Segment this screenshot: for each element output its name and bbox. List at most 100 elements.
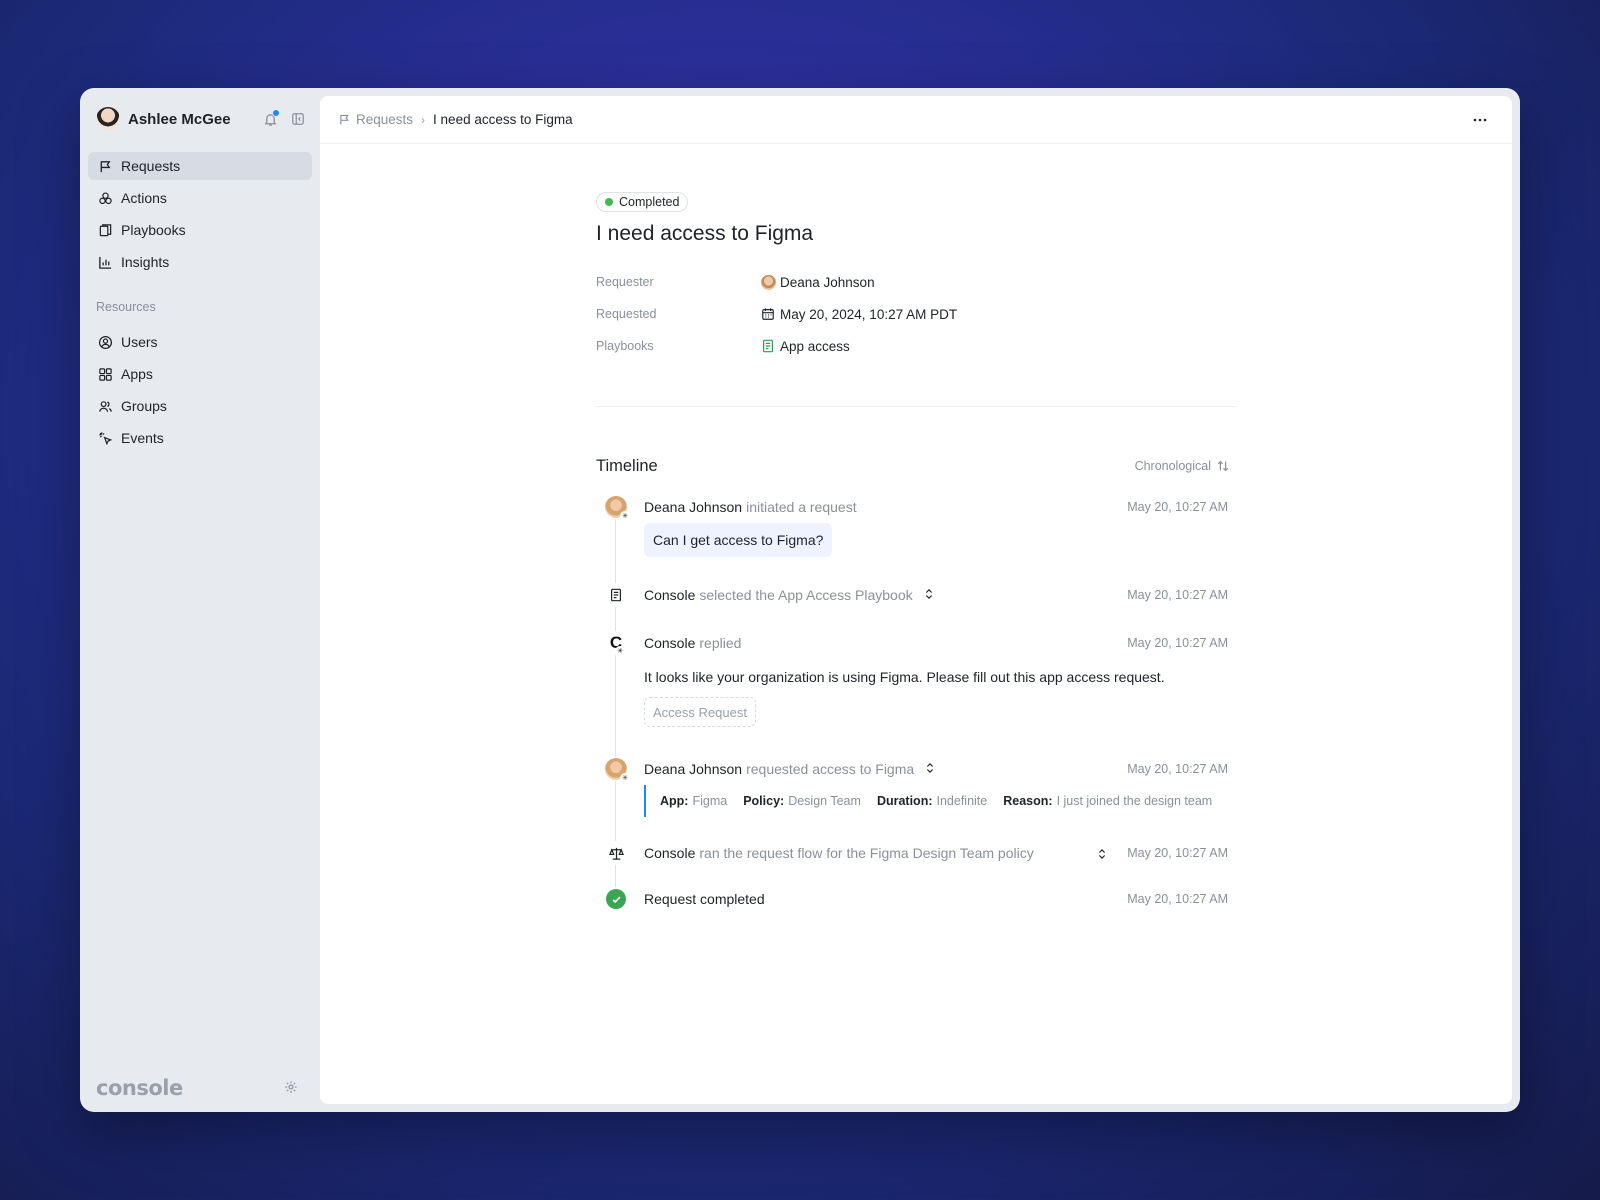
- sidebar-item-label: Events: [121, 430, 164, 446]
- sidebar-item-actions[interactable]: Actions: [88, 184, 312, 212]
- status-label: Completed: [619, 195, 680, 209]
- event-time: May 20, 10:27 AM: [1127, 892, 1228, 906]
- playbook-value[interactable]: App access: [760, 338, 850, 354]
- requester-name: Deana Johnson: [780, 274, 875, 290]
- expand-toggle-icon[interactable]: [1096, 847, 1108, 865]
- playbooks-label: Playbooks: [596, 339, 654, 353]
- sidebar-item-playbooks[interactable]: Playbooks: [88, 216, 312, 244]
- scale-icon: [604, 841, 628, 865]
- requester-row: Requester Deana Johnson: [596, 266, 1236, 298]
- status-badge: Completed: [596, 192, 689, 212]
- sidebar-item-label: Playbooks: [121, 222, 186, 238]
- requested-row: Requested May 20, 2024, 10:27 AM PDT: [596, 298, 1236, 330]
- event-time: May 20, 10:27 AM: [1127, 500, 1228, 514]
- sidebar-item-apps[interactable]: Apps: [88, 360, 312, 388]
- requester-label: Requester: [596, 275, 654, 289]
- more-options-icon[interactable]: [1472, 112, 1490, 128]
- bell-icon[interactable]: [260, 109, 280, 129]
- user-name: Ashlee McGee: [128, 110, 231, 128]
- playbook-icon: [760, 338, 776, 354]
- request-fields: App: Figma Policy: Design Team Duration: In…: [644, 785, 1228, 817]
- console-logo-icon: C ✳: [604, 631, 628, 656]
- user-menu[interactable]: Ashlee McGee: [96, 104, 312, 134]
- event-actor: Console: [644, 587, 696, 603]
- field-value: Design Team: [788, 794, 861, 808]
- flag-icon: [338, 113, 352, 127]
- notification-dot: [272, 109, 280, 117]
- sidebar-item-label: Insights: [121, 254, 170, 270]
- sidebar-item-label: Requests: [121, 158, 181, 174]
- sort-label: Chronological: [1134, 459, 1211, 473]
- avatar: ✳: [605, 758, 630, 783]
- field-label: Reason:: [1003, 794, 1053, 808]
- event-actor: Deana Johnson: [644, 761, 743, 777]
- reply-message: It looks like your organization is using…: [644, 669, 1165, 685]
- chart-icon: [97, 254, 113, 270]
- sidebar-item-insights[interactable]: Insights: [88, 248, 312, 276]
- sidebar-item-label: Users: [121, 334, 158, 350]
- expand-toggle-icon[interactable]: [924, 761, 936, 777]
- requester-value[interactable]: Deana Johnson: [760, 274, 875, 290]
- main-nav: Requests Actions Playbooks Insights: [88, 152, 312, 280]
- chevron-right-icon: ›: [421, 112, 426, 127]
- event-time: May 20, 10:27 AM: [1127, 588, 1228, 602]
- status-dot: [605, 198, 613, 206]
- playbooks-row: Playbooks App access: [596, 330, 1236, 362]
- divider: [596, 406, 1236, 407]
- breadcrumb-requests-link[interactable]: Requests: [356, 112, 413, 127]
- event-action: replied: [699, 635, 742, 651]
- event-actor: Console: [644, 845, 696, 861]
- playbook-name: App access: [780, 338, 850, 354]
- user-circle-icon: [97, 334, 113, 350]
- field-label: Policy:: [743, 794, 785, 808]
- requested-value: May 20, 2024, 10:27 AM PDT: [760, 306, 957, 322]
- event-action: selected the App Access Playbook: [699, 587, 913, 603]
- playbook-icon: [604, 583, 628, 607]
- resources-nav: Users Apps Groups Events: [88, 328, 312, 456]
- collapse-sidebar-icon[interactable]: [288, 109, 308, 129]
- timeline-header: Timeline Chronological: [596, 457, 1236, 477]
- field-label: App:: [660, 794, 689, 808]
- check-circle-icon: [606, 889, 626, 909]
- slack-icon: ✳: [620, 773, 630, 783]
- sidebar-item-label: Apps: [121, 366, 153, 382]
- event-actor: Request completed: [644, 891, 765, 907]
- sidebar-item-users[interactable]: Users: [88, 328, 312, 356]
- sort-toggle[interactable]: Chronological: [1135, 459, 1230, 473]
- resources-section-label: Resources: [96, 300, 156, 314]
- field-value: Indefinite: [936, 794, 988, 808]
- page-title: I need access to Figma: [596, 222, 814, 245]
- sidebar-item-events[interactable]: Events: [88, 424, 312, 452]
- flag-icon: [97, 158, 113, 174]
- event-actor: Deana Johnson: [644, 499, 743, 515]
- timeline-title: Timeline: [596, 457, 658, 475]
- event-actor: Console: [644, 635, 696, 651]
- requested-label: Requested: [596, 307, 657, 321]
- breadcrumb: Requests › I need access to Figma: [320, 96, 1512, 144]
- event-action: ran the request flow for the Figma Desig…: [699, 845, 1034, 861]
- sidebar-item-label: Groups: [121, 398, 167, 414]
- event-time: May 20, 10:27 AM: [1127, 846, 1228, 860]
- pointer-icon: [97, 430, 113, 446]
- message-bubble: Can I get access to Figma?: [644, 523, 833, 557]
- event-action: initiated a request: [746, 499, 857, 515]
- group-icon: [97, 398, 113, 414]
- gear-icon[interactable]: [284, 1080, 300, 1096]
- event-time: May 20, 10:27 AM: [1127, 636, 1228, 650]
- grid-icon: [97, 366, 113, 382]
- avatar: ✳: [605, 496, 630, 521]
- sidebar-item-requests[interactable]: Requests: [88, 152, 312, 180]
- breadcrumb-current: I need access to Figma: [433, 112, 573, 127]
- sidebar-item-groups[interactable]: Groups: [88, 392, 312, 420]
- access-request-button[interactable]: Access Request: [644, 697, 756, 727]
- slack-icon: ✳: [620, 511, 630, 521]
- sidebar-item-label: Actions: [121, 190, 167, 206]
- calendar-icon: [760, 306, 776, 322]
- avatar: [96, 107, 120, 131]
- request-detail: Completed I need access to Figma Request…: [596, 192, 1236, 911]
- playbooks-icon: [97, 222, 113, 238]
- expand-toggle-icon[interactable]: [923, 587, 935, 603]
- app-window: Ashlee McGee Requests Actions Playbooks: [80, 88, 1520, 1112]
- avatar: [760, 274, 776, 290]
- requested-date: May 20, 2024, 10:27 AM PDT: [780, 306, 958, 322]
